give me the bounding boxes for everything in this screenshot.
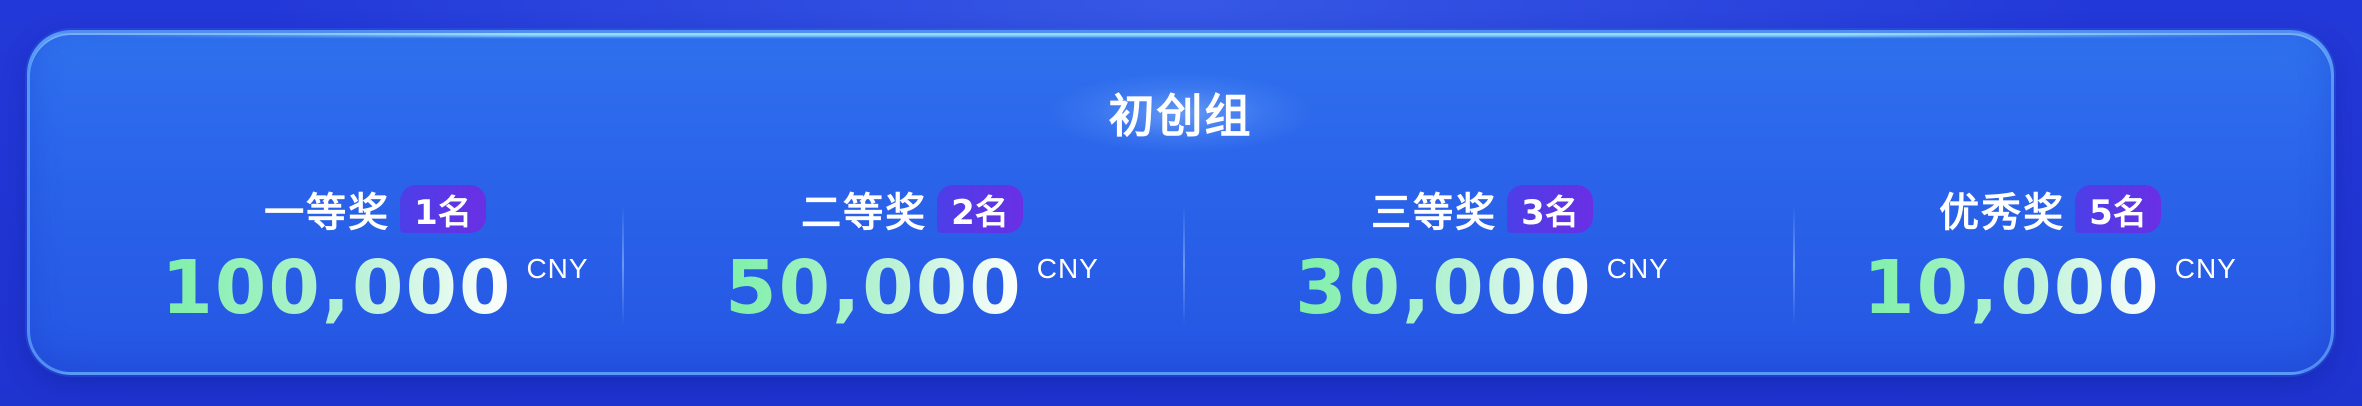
prize-item-excellence: 优秀奖 5名 10,000 CNY xyxy=(1780,181,2320,351)
prize-item-second: 二等奖 2名 50,000 CNY xyxy=(642,181,1182,351)
quota-badge: 1名 xyxy=(400,185,486,233)
prize-header: 三等奖 3名 xyxy=(1212,181,1752,237)
prize-amount-row: 30,000 CNY xyxy=(1212,251,1752,325)
prize-card: 初创组 一等奖 1名 100,000 CNY 二等奖 2名 50,000 CNY… xyxy=(27,30,2334,375)
prize-name: 三等奖 xyxy=(1371,190,1498,236)
currency-unit: CNY xyxy=(2174,253,2237,284)
prize-amount-row: 10,000 CNY xyxy=(1780,251,2320,325)
prize-name: 一等奖 xyxy=(264,190,391,236)
prize-amount: 30,000 xyxy=(1295,245,1593,331)
group-title-area: 初创组 xyxy=(30,73,2331,153)
prize-amount-row: 100,000 CNY xyxy=(105,251,645,325)
currency-unit: CNY xyxy=(526,253,589,284)
quota-badge: 5名 xyxy=(2075,185,2161,233)
prize-divider xyxy=(622,205,624,325)
prize-header: 一等奖 1名 xyxy=(105,181,645,237)
prize-header: 二等奖 2名 xyxy=(642,181,1182,237)
quota-badge: 2名 xyxy=(937,185,1023,233)
currency-unit: CNY xyxy=(1036,253,1099,284)
prize-amount-row: 50,000 CNY xyxy=(642,251,1182,325)
prize-item-first: 一等奖 1名 100,000 CNY xyxy=(105,181,645,351)
prize-name: 优秀奖 xyxy=(1939,190,2066,236)
prize-item-third: 三等奖 3名 30,000 CNY xyxy=(1212,181,1752,351)
prize-amount: 100,000 xyxy=(161,245,513,331)
prize-amount: 50,000 xyxy=(725,245,1023,331)
prize-header: 优秀奖 5名 xyxy=(1780,181,2320,237)
prize-divider xyxy=(1183,205,1185,325)
currency-unit: CNY xyxy=(1606,253,1669,284)
prize-name: 二等奖 xyxy=(801,190,928,236)
quota-badge: 3名 xyxy=(1507,185,1593,233)
group-title: 初创组 xyxy=(1108,89,1253,143)
prize-amount: 10,000 xyxy=(1863,245,2161,331)
